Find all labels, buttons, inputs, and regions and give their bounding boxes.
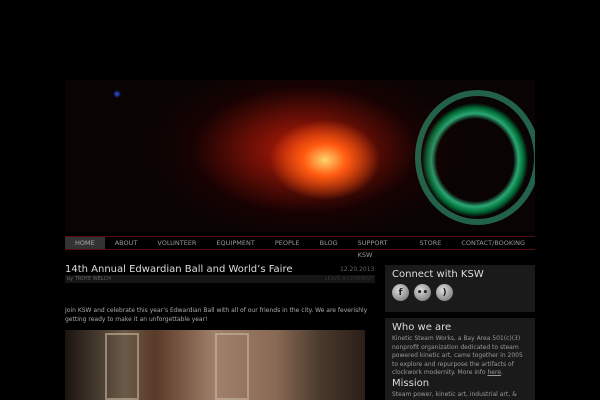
nav-home[interactable]: HOME [65, 237, 105, 249]
about-widget: Who we are Kinetic Steam Works, a Bay Ar… [385, 318, 535, 400]
nav-blog[interactable]: BLOG [310, 237, 348, 249]
leave-comment-link[interactable]: LEAVE A COMMENT [325, 275, 373, 283]
more-info-link[interactable]: here [488, 369, 502, 376]
who-title: Who we are [392, 322, 452, 333]
post-meta: by TROYE WELCH LEAVE A COMMENT [65, 275, 375, 283]
mission-text: Steam power, kinetic art, industrial art… [392, 390, 517, 398]
post-body: Join KSW and celebrate this year’s Edwar… [65, 307, 368, 323]
post-date: 12.20.2013 [340, 266, 375, 273]
nav-equipment[interactable]: EQUIPMENT [206, 237, 264, 249]
connect-title: Connect with KSW [392, 269, 484, 280]
rss-icon[interactable]: ) [436, 284, 453, 301]
who-text: Kinetic Steam Works, a Bay Area 501(c)(3… [392, 335, 523, 376]
door-graphic [105, 333, 139, 400]
nav-people[interactable]: PEOPLE [265, 237, 310, 249]
connect-widget: Connect with KSW f •• ) [385, 265, 535, 312]
nav-support[interactable]: SUPPORT KSW [348, 237, 410, 259]
post-title[interactable]: 14th Annual Edwardian Ball and World’s F… [65, 264, 293, 275]
door-graphic [215, 333, 249, 400]
post-author[interactable]: by TROYE WELCH [67, 276, 111, 282]
header-banner-image [65, 80, 535, 232]
nav-volunteer[interactable]: VOLUNTEER [147, 237, 206, 249]
mission-title: Mission [392, 377, 430, 389]
main-nav: HOME ABOUT VOLUNTEER EQUIPMENT PEOPLE BL… [65, 236, 535, 259]
nav-about[interactable]: ABOUT [105, 237, 148, 249]
flywheel-graphic [415, 90, 535, 225]
nav-contact[interactable]: CONTACT/BOOKING [451, 237, 535, 249]
flickr-icon[interactable]: •• [414, 284, 431, 301]
nav-store[interactable]: STORE [409, 237, 451, 249]
facebook-icon[interactable]: f [392, 284, 409, 301]
post-image [65, 330, 365, 400]
